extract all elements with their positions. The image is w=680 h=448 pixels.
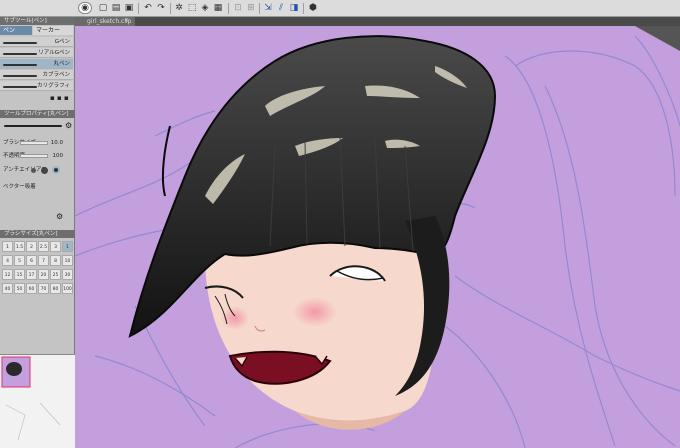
brush-item-gpen[interactable]: Gペン: [0, 37, 73, 47]
close-icon[interactable]: ×: [124, 17, 129, 24]
open-file-icon[interactable]: ▤: [111, 2, 121, 14]
brush-item-real-gpen[interactable]: リアルGペン: [0, 48, 73, 58]
brush-size-cell[interactable]: 100: [62, 283, 73, 294]
brush-preview: [3, 53, 37, 55]
brush-item-calligraphy[interactable]: カリグラフィ: [0, 81, 73, 91]
subtool-panel-header: サブツール[ペン]: [0, 17, 75, 25]
save-icon[interactable]: ▣: [124, 2, 134, 14]
prop-label: ベクター吸着: [3, 184, 36, 190]
drawing-canvas[interactable]: [75, 26, 680, 448]
brush-size-cell[interactable]: 25: [50, 269, 61, 280]
brush-size-cell[interactable]: 7: [38, 255, 49, 266]
brush-size-cell[interactable]: 50: [14, 283, 25, 294]
prop-slider[interactable]: [20, 141, 48, 145]
prop-slider[interactable]: [20, 154, 48, 158]
brush-label: 丸ペン: [53, 61, 70, 67]
brush-preview: [3, 86, 37, 88]
brush-size-cell[interactable]: 60: [26, 283, 37, 294]
left-palette: サブツール[ペン] ペン マーカー Gペン リアルGペン 丸ペン カブラペン カ…: [0, 17, 75, 448]
brush-preview: [3, 75, 37, 77]
brush-size-cell[interactable]: 2: [26, 241, 37, 252]
tool-property-title: ツールプロパティ[丸ペン]: [4, 111, 69, 117]
wrench-icon[interactable]: ⚙: [65, 121, 72, 130]
brush-label: Gペン: [54, 39, 70, 45]
brush-size-cell[interactable]: 15: [14, 269, 25, 280]
brush-size-cell[interactable]: 1: [2, 241, 13, 252]
symmetry-icon[interactable]: ◨: [289, 2, 299, 14]
brush-label: カブラペン: [42, 72, 70, 78]
brush-preview: [3, 64, 37, 66]
brush-item-maru-pen[interactable]: 丸ペン: [0, 59, 73, 69]
brush-preview: [3, 42, 37, 44]
color-icon[interactable]: ⬢: [307, 2, 319, 14]
canvas-corner: [635, 26, 680, 51]
brush-size-cell[interactable]: 10: [62, 255, 73, 266]
brush-size-cell[interactable]: 5: [14, 255, 25, 266]
clear-icon[interactable]: ✲: [174, 2, 184, 14]
artwork: [75, 26, 680, 448]
brush-label: カリグラフィ: [37, 83, 70, 89]
subtool-panel-title: サブツール[ペン]: [4, 18, 47, 24]
prop-value: 10.0: [50, 140, 63, 146]
view-icon[interactable]: ◉: [78, 2, 92, 14]
navigator-thumbnail: [1, 356, 61, 441]
main-toolbar: ◉ ▢ ▤ ▣ ↶ ↷ ✲ ⬚ ◈ ▦ ⊡ ⊞ ⇲ ⫽ ◨ ⬢: [0, 0, 680, 17]
brush-item-kabura-pen[interactable]: カブラペン: [0, 70, 73, 80]
prop-vector-snap[interactable]: ベクター吸着: [0, 182, 73, 192]
brush-size-cell[interactable]: 1: [62, 241, 73, 252]
fill-icon[interactable]: ◈: [200, 2, 210, 14]
brush-size-cell[interactable]: 70: [38, 283, 49, 294]
brush-size-cell[interactable]: 3: [50, 241, 61, 252]
prop-antialias[interactable]: アンチエイリアス: [0, 165, 73, 175]
brush-size-cell[interactable]: 2.5: [38, 241, 49, 252]
brush-size-cell[interactable]: 4: [2, 255, 13, 266]
brush-label: リアルGペン: [38, 50, 70, 56]
brush-size-cell[interactable]: 8: [50, 255, 61, 266]
panel-options-icon[interactable]: ▪ ▪ ▪: [50, 94, 69, 102]
brush-size-cell[interactable]: 40: [2, 283, 13, 294]
brush-size-cell[interactable]: 17: [26, 269, 37, 280]
brush-size-cell[interactable]: 12: [2, 269, 13, 280]
brush-size-cell[interactable]: 1.5: [14, 241, 25, 252]
tool-property-header: ツールプロパティ[丸ペン]: [0, 110, 75, 118]
ruler-icon[interactable]: ⫽: [276, 2, 286, 14]
grid-icon[interactable]: ⊞: [246, 2, 256, 14]
subtab-pen[interactable]: ペン: [0, 26, 32, 35]
transform-icon[interactable]: ⬚: [187, 2, 197, 14]
prop-brush-size[interactable]: ブラシサイズ 10.0: [0, 138, 73, 148]
undo-icon[interactable]: ↶: [143, 2, 153, 14]
aa-option[interactable]: [41, 167, 48, 174]
brush-size-cell[interactable]: 6: [26, 255, 37, 266]
prop-opacity[interactable]: 不透明度 100: [0, 151, 73, 161]
crop-icon[interactable]: ⊡: [233, 2, 243, 14]
subtab-marker-label: マーカー: [36, 27, 61, 34]
new-file-icon[interactable]: ▢: [98, 2, 108, 14]
snap-icon[interactable]: ⇲: [263, 2, 273, 14]
aa-option[interactable]: [52, 166, 60, 174]
brush-size-header: ブラシサイズ[丸ペン]: [0, 230, 75, 238]
redo-icon[interactable]: ↷: [156, 2, 166, 14]
brush-size-cell[interactable]: 20: [38, 269, 49, 280]
document-tab-bar: girl_sketch.clip ×: [75, 17, 680, 26]
prop-value: 100: [52, 153, 64, 159]
settings-icon[interactable]: ⚙: [56, 212, 63, 221]
subtab-marker[interactable]: マーカー: [33, 26, 73, 35]
brush-size-cell[interactable]: 80: [50, 283, 61, 294]
brush-size-cell[interactable]: 30: [62, 269, 73, 280]
aa-option[interactable]: [31, 168, 36, 173]
navigator-panel: [0, 354, 75, 448]
stroke-preview: [4, 122, 64, 130]
deselect-icon[interactable]: ▦: [213, 2, 223, 14]
brush-size-title: ブラシサイズ[丸ペン]: [4, 231, 58, 237]
subtab-pen-label: ペン: [3, 27, 16, 34]
